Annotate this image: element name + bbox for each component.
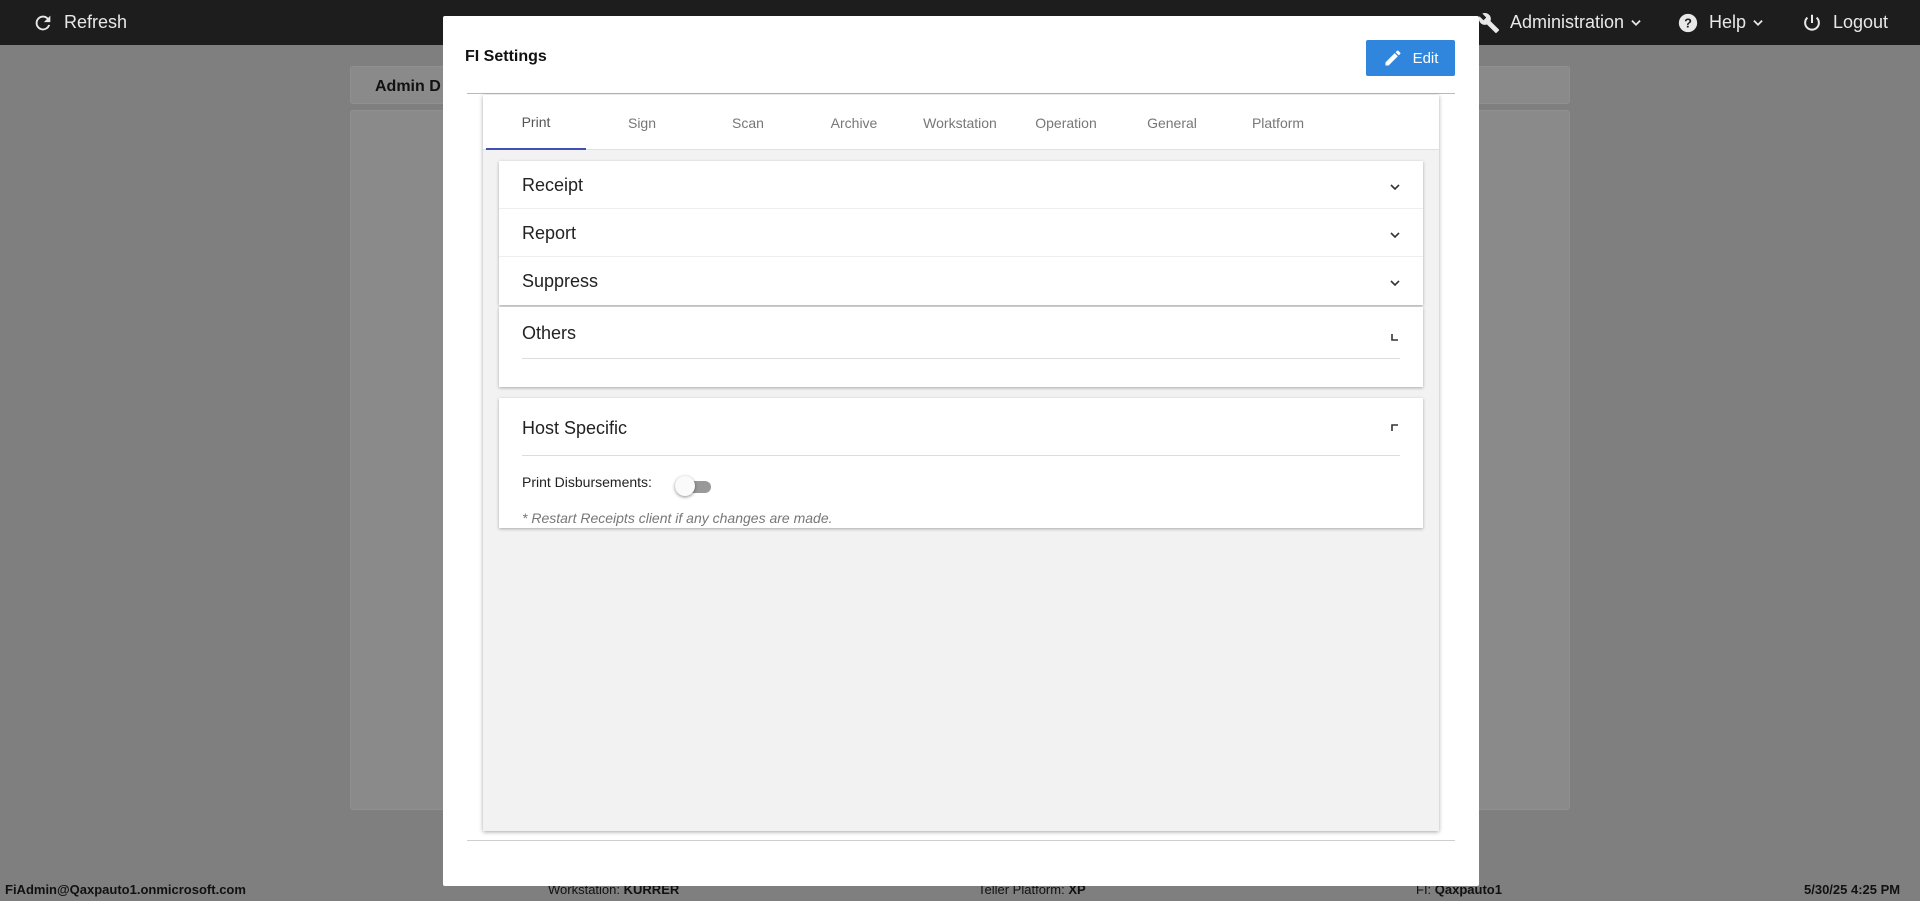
logout-label: Logout: [1833, 12, 1889, 32]
accordion-host-specific: Host Specific Print Disbursements: * Res…: [499, 398, 1423, 528]
status-datetime: 5/30/25 4:25 PM: [1804, 882, 1901, 897]
tab-archive[interactable]: Archive: [804, 95, 904, 150]
tab-general[interactable]: General: [1122, 95, 1222, 150]
restart-note: * Restart Receipts client if any changes…: [522, 510, 833, 526]
pencil-icon: [1385, 50, 1401, 66]
refresh-label: Refresh: [64, 12, 128, 32]
help-label: Help: [1709, 12, 1747, 32]
modal-header: Edit: [467, 40, 1455, 94]
power-icon: [1804, 14, 1820, 31]
logout-button[interactable]: Logout: [1801, 0, 1888, 45]
accordion-receipt-label: Receipt: [522, 175, 584, 195]
help-menu[interactable]: ? Help: [1677, 0, 1765, 45]
chevron-down-icon: [1631, 19, 1641, 26]
tab-scan[interactable]: Scan: [698, 95, 798, 150]
modal-title: FI Settings: [465, 48, 547, 65]
administration-label: Administration: [1510, 12, 1625, 32]
help-icon: ?: [1678, 13, 1698, 32]
toggle-knob: [675, 476, 695, 496]
print-disbursements-toggle[interactable]: [675, 476, 711, 496]
tab-platform[interactable]: Platform: [1228, 95, 1328, 150]
edit-label: Edit: [1412, 49, 1439, 67]
tab-operation[interactable]: Operation: [1016, 95, 1116, 150]
chevron-expanding-icon: [1391, 334, 1398, 341]
chevron-down-icon: [1390, 280, 1400, 287]
refresh-button[interactable]: Refresh: [32, 0, 127, 45]
accordion-group: Receipt Report Suppress: [499, 161, 1423, 305]
tab-sign[interactable]: Sign: [592, 95, 692, 150]
chevron-down-icon: [1390, 232, 1400, 239]
divider: [522, 358, 1400, 359]
edit-button[interactable]: Edit: [1366, 40, 1455, 76]
accordion-report[interactable]: Report: [499, 209, 1423, 257]
accordion-others[interactable]: Others: [499, 307, 1423, 387]
fi-settings-modal: Edit FI Settings Print Sign Scan Archive…: [443, 16, 1479, 886]
accordion-receipt[interactable]: Receipt: [499, 161, 1423, 209]
background-page-title: Admin D: [375, 78, 441, 95]
accordion-suppress[interactable]: Suppress: [499, 257, 1423, 305]
accordion-others-label: Others: [522, 323, 577, 343]
accordion-host-label[interactable]: Host Specific: [522, 418, 627, 439]
divider: [522, 455, 1400, 456]
modal-footer-divider: [467, 840, 1455, 841]
settings-card: Print Sign Scan Archive Workstation Oper…: [483, 95, 1439, 831]
accordion-suppress-label: Suppress: [522, 271, 599, 291]
administration-menu[interactable]: Administration: [1478, 0, 1643, 45]
accordion-report-label: Report: [522, 223, 577, 243]
refresh-icon: [35, 15, 51, 30]
chevron-up-icon[interactable]: [1389, 422, 1401, 434]
tab-workstation[interactable]: Workstation: [910, 95, 1010, 150]
wrench-icon: [1478, 12, 1500, 33]
settings-tabs: Print Sign Scan Archive Workstation Oper…: [483, 95, 1439, 150]
print-disbursements-label: Print Disbursements:: [522, 474, 652, 490]
chevron-down-icon: [1753, 19, 1763, 26]
status-user: FiAdmin@Qaxpauto1.onmicrosoft.com: [5, 882, 246, 897]
tab-print[interactable]: Print: [486, 95, 586, 150]
chevron-down-icon: [1390, 184, 1400, 191]
svg-text:?: ?: [1684, 15, 1692, 30]
